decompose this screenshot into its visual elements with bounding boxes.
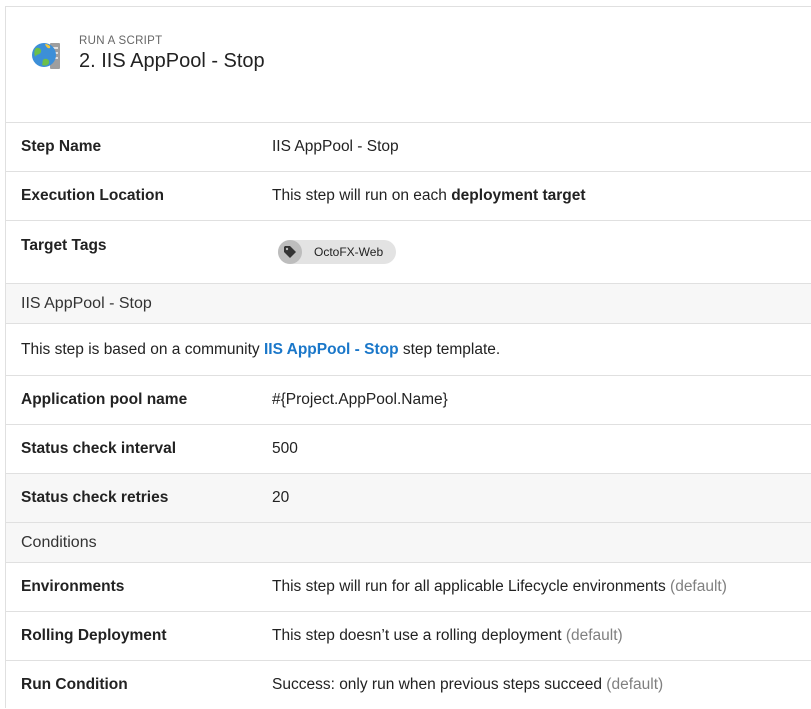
parameter-row-status-check-interval: Status check interval 500 bbox=[6, 424, 811, 473]
template-note-suffix: step template. bbox=[398, 340, 501, 358]
parameter-value: #{Project.AppPool.Name} bbox=[272, 391, 448, 408]
globe-server-icon bbox=[30, 39, 64, 73]
property-row-step-name: Step Name IIS AppPool - Stop bbox=[6, 122, 811, 171]
parameter-label: Application pool name bbox=[21, 391, 188, 408]
property-row-target-tags: Target Tags OctoFX-Web bbox=[6, 220, 811, 283]
step-details-panel: RUN A SCRIPT 2. IIS AppPool - Stop Step … bbox=[0, 0, 811, 708]
condition-label: Run Condition bbox=[21, 676, 128, 693]
section-title: Conditions bbox=[21, 533, 97, 551]
default-marker: (default) bbox=[565, 627, 623, 644]
parameter-label: Status check interval bbox=[21, 440, 177, 457]
condition-value: Success: only run when previous steps su… bbox=[272, 676, 663, 694]
step-header: RUN A SCRIPT 2. IIS AppPool - Stop bbox=[6, 7, 811, 122]
property-label: Execution Location bbox=[21, 187, 164, 204]
parameter-value: 500 bbox=[272, 440, 298, 457]
property-label: Target Tags bbox=[21, 237, 107, 254]
parameter-label: Status check retries bbox=[21, 489, 169, 506]
section-title: IIS AppPool - Stop bbox=[21, 294, 152, 312]
condition-row-environments: Environments This step will run for all … bbox=[6, 562, 811, 611]
target-tag-label: OctoFX-Web bbox=[314, 245, 384, 259]
condition-label: Rolling Deployment bbox=[21, 627, 167, 644]
condition-value: This step will run for all applicable Li… bbox=[272, 578, 727, 596]
target-tag-chip[interactable]: OctoFX-Web bbox=[278, 240, 397, 264]
step-type-label: RUN A SCRIPT bbox=[79, 35, 163, 47]
parameter-row-status-check-retries: Status check retries 20 bbox=[6, 473, 811, 522]
parameter-row-app-pool-name: Application pool name #{Project.AppPool.… bbox=[6, 375, 811, 424]
execution-location-text: This step will run on each bbox=[272, 187, 452, 204]
template-note: This step is based on a community IIS Ap… bbox=[6, 341, 500, 359]
conditions-section-header: Conditions bbox=[6, 522, 811, 562]
property-value: OctoFX-Web bbox=[272, 221, 397, 264]
property-value: IIS AppPool - Stop bbox=[272, 138, 399, 155]
property-row-execution-location: Execution Location This step will run on… bbox=[6, 171, 811, 220]
property-value: This step will run on each deployment ta… bbox=[272, 187, 586, 205]
default-marker: (default) bbox=[606, 676, 664, 693]
step-template-link[interactable]: IIS AppPool - Stop bbox=[264, 341, 399, 358]
execution-location-bold: deployment target bbox=[451, 187, 586, 204]
condition-text: This step will run for all applicable Li… bbox=[272, 578, 666, 595]
tag-icon bbox=[278, 240, 302, 264]
template-section-header: IIS AppPool - Stop bbox=[6, 283, 811, 323]
condition-text: This step doesn’t use a rolling deployme… bbox=[272, 627, 562, 644]
template-note-row: This step is based on a community IIS Ap… bbox=[6, 323, 811, 375]
condition-label: Environments bbox=[21, 578, 125, 595]
condition-row-rolling-deployment: Rolling Deployment This step doesn’t use… bbox=[6, 611, 811, 660]
parameter-value: 20 bbox=[272, 489, 290, 506]
default-marker: (default) bbox=[670, 578, 727, 595]
condition-text: Success: only run when previous steps su… bbox=[272, 676, 602, 693]
step-title: 2. IIS AppPool - Stop bbox=[79, 50, 265, 72]
condition-value: This step doesn’t use a rolling deployme… bbox=[272, 627, 623, 645]
condition-row-run-condition: Run Condition Success: only run when pre… bbox=[6, 660, 811, 709]
template-note-prefix: This step is based on a community bbox=[21, 340, 264, 358]
property-label: Step Name bbox=[21, 138, 102, 155]
